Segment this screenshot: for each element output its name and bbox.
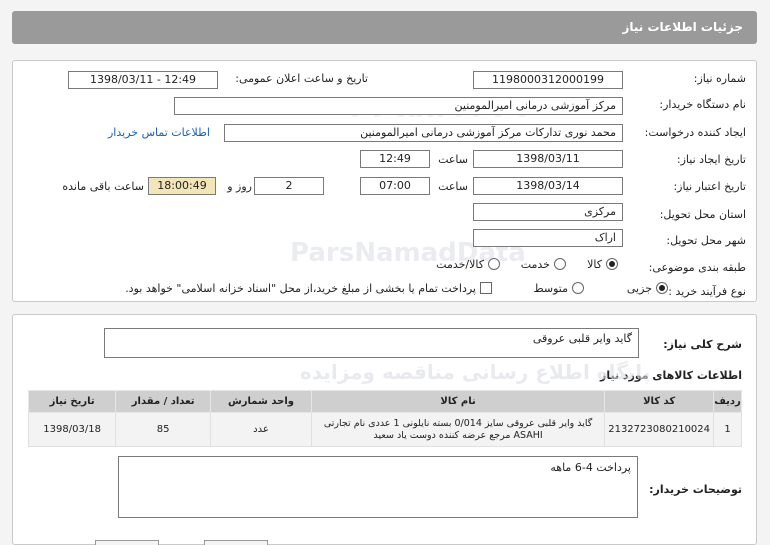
col-quantity: تعداد / مقدار [115,390,212,413]
col-need-date: تاریخ نیاز [27,390,117,413]
need-number-field: 1198000312000199 [473,71,623,89]
cell-quantity: 85 [115,412,212,447]
category-label: طبقه بندی موضوعی: [648,261,746,274]
summary-label: شرح کلی نیاز: [663,338,742,351]
col-item-code: کد کالا [604,390,715,413]
city-field: اراک [473,229,623,247]
category-radio-service[interactable] [554,258,566,270]
buyer-contact-link[interactable]: اطلاعات تماس خریدار [108,126,210,139]
remaining-days-label: روز و [227,180,252,193]
remaining-time-label: ساعت باقی مانده [62,180,144,193]
buyer-notes-label: توضیحات خریدار: [649,483,742,496]
cell-item-name: گاید وایر قلبی عروقی سایز 0/014 بسته نای… [310,412,606,447]
purchase-option-medium: متوسط [533,282,568,295]
validity-date-label: تاریخ اعتبار نیاز: [673,180,746,193]
created-time-field: 12:49 [360,150,430,168]
created-date-label: تاریخ ایجاد نیاز: [676,153,746,166]
summary-field: گاید وایر قلبی عروقی [104,328,639,358]
purchase-type-label: نوع فرآیند خرید : [668,285,746,298]
remaining-days-field: 2 [254,177,324,195]
col-item-name: نام کالا [310,390,606,413]
treasury-payment-checkbox[interactable] [480,282,492,294]
category-option-goods-service: کالا/خدمت [436,258,484,271]
col-row-number: ردیف [713,390,742,413]
bottom-button-1[interactable] [95,540,159,545]
category-radio-goods[interactable] [606,258,618,270]
validity-time-label: ساعت [438,180,468,193]
requester-label: ایجاد کننده درخواست: [644,126,746,139]
items-table: ردیف کد کالا نام کالا واحد شمارش تعداد /… [27,390,742,447]
validity-time-field: 07:00 [360,177,430,195]
need-number-label: شماره نیاز: [693,72,746,85]
treasury-payment-note: پرداخت تمام یا بخشی از مبلغ خرید،از محل … [125,282,476,295]
validity-date-field: 1398/03/14 [473,177,623,195]
cell-item-code: 2132723080210024 [604,412,715,447]
buyer-org-field: مرکز آموزشی درمانی امیرالمومنین [174,97,623,115]
announce-datetime-field: 1398/03/11 - 12:49 [68,71,218,89]
remaining-time-field: 18:00:49 [148,177,216,195]
items-section-title: اطلاعات کالاهای مورد نیاز [600,369,742,382]
purchase-option-minor: جزیی [626,282,652,295]
province-field: مرکزی [473,203,623,221]
category-radio-goods-service[interactable] [488,258,500,270]
purchase-radio-minor[interactable] [656,282,668,294]
page-title: جزئیات اطلاعات نیاز [12,11,757,44]
cell-unit: عدد [210,412,312,447]
province-label: استان محل تحویل: [659,208,746,221]
city-label: شهر محل تحویل: [666,234,746,247]
items-table-wrap: ردیف کد کالا نام کالا واحد شمارش تعداد /… [27,390,742,447]
cell-row-number: 1 [713,412,742,447]
buyer-org-label: نام دستگاه خریدار: [659,98,746,111]
bottom-button-2[interactable] [204,540,268,545]
category-option-service: خدمت [520,258,550,271]
col-unit: واحد شمارش [210,390,312,413]
table-row: 1 2132723080210024 گاید وایر قلبی عروقی … [27,412,742,447]
category-option-goods: کالا [587,258,602,271]
purchase-radio-medium[interactable] [572,282,584,294]
created-date-field: 1398/03/11 [473,150,623,168]
items-table-header: ردیف کد کالا نام کالا واحد شمارش تعداد /… [27,390,742,413]
requester-field: محمد نوری تدارکات مرکز آموزشی درمانی امی… [224,124,623,142]
created-time-label: ساعت [438,153,468,166]
cell-need-date: 1398/03/18 [27,412,117,447]
announce-datetime-label: تاریخ و ساعت اعلان عمومی: [235,72,368,85]
buyer-notes-field: پرداخت 4-6 ماهه [118,456,638,518]
